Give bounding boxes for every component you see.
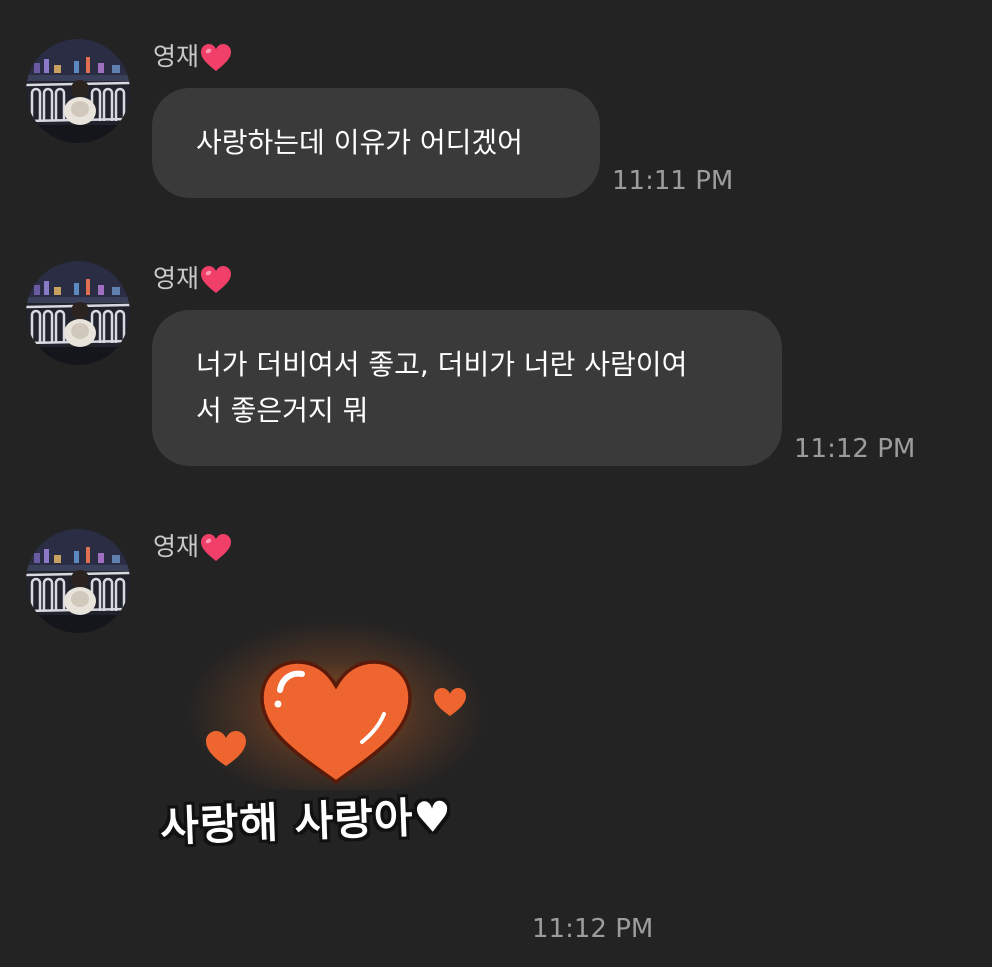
- avatar-photo: [26, 261, 130, 365]
- heart-sticker[interactable]: 사랑해 사랑아♥: [150, 620, 530, 880]
- message-time: 11:12 PM: [794, 434, 916, 464]
- avatar[interactable]: [26, 261, 130, 365]
- avatar-photo: [26, 529, 130, 633]
- message-time: 11:11 PM: [612, 166, 734, 196]
- message-text-line: 서 좋은거지 뭐: [196, 394, 369, 427]
- heart-icon: [201, 266, 232, 293]
- message-text: 사랑하는데 이유가 어디겠어: [196, 126, 523, 159]
- avatar-photo: [26, 39, 130, 143]
- sender-name: 영재: [153, 530, 232, 564]
- avatar[interactable]: [26, 39, 130, 143]
- sender-name: 영재: [153, 40, 232, 74]
- sender-name-text: 영재: [153, 264, 200, 293]
- avatar[interactable]: [26, 529, 130, 633]
- sender-name-text: 영재: [153, 532, 200, 561]
- message-bubble[interactable]: 사랑하는데 이유가 어디겠어: [152, 88, 600, 198]
- sticker-text: 사랑해 사랑아♥: [159, 791, 453, 852]
- heart-icon: [201, 44, 232, 71]
- orange-heart-sticker-icon: [186, 620, 486, 804]
- heart-icon: [201, 534, 232, 561]
- message-bubble[interactable]: 너가 더비여서 좋고, 더비가 너란 사람이여 서 좋은거지 뭐: [152, 310, 782, 466]
- message-text-line: 너가 더비여서 좋고, 더비가 너란 사람이여: [196, 348, 688, 381]
- message-time: 11:12 PM: [532, 914, 654, 944]
- sender-name-text: 영재: [153, 42, 200, 71]
- sender-name: 영재: [153, 262, 232, 296]
